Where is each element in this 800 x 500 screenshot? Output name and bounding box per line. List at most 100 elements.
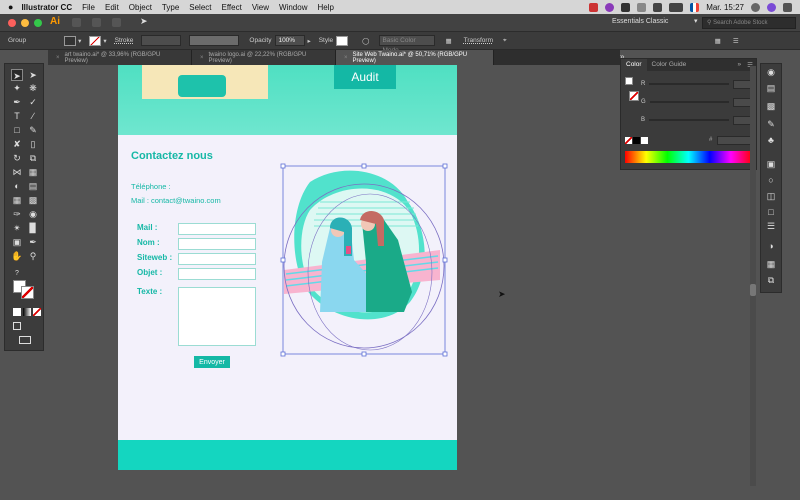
notification-icon[interactable] bbox=[783, 2, 792, 12]
libraries-icon[interactable]: ◉ bbox=[765, 66, 777, 78]
pathfinder-icon[interactable]: ⧉ bbox=[765, 274, 777, 286]
mail-input[interactable] bbox=[178, 223, 256, 235]
recolor-icon[interactable]: ◯ bbox=[362, 37, 369, 45]
workspace-switcher[interactable]: Essentials Classic bbox=[612, 18, 668, 25]
slice-tool-icon[interactable]: ✒ bbox=[27, 236, 39, 248]
hand-tool-icon[interactable]: ✋ bbox=[11, 250, 23, 262]
status-app-icon[interactable] bbox=[589, 2, 599, 12]
artboards-icon[interactable]: □ bbox=[765, 206, 777, 218]
eyedropper-tool-icon[interactable]: ✑ bbox=[11, 208, 23, 220]
stroke-swatch[interactable] bbox=[629, 91, 639, 101]
color-spectrum[interactable] bbox=[625, 151, 752, 163]
paintbrush-tool-icon[interactable]: ✎ bbox=[27, 124, 39, 136]
tab-art-twaino[interactable]: × art twaino.ai* @ 33,96% (RGB/GPU Previe… bbox=[48, 50, 192, 65]
rectangle-tool-icon[interactable]: □ bbox=[11, 124, 23, 136]
lasso-tool-icon[interactable]: ❋ bbox=[27, 82, 39, 94]
rotate-tool-icon[interactable]: ↻ bbox=[11, 152, 23, 164]
clock[interactable]: Mar. 15:27 bbox=[706, 3, 744, 12]
opacity-label[interactable]: Opacity bbox=[249, 37, 271, 44]
menu-effect[interactable]: Effect bbox=[222, 3, 242, 12]
app-name[interactable]: Illustrator CC bbox=[21, 3, 72, 12]
stroke-label[interactable]: Stroke bbox=[115, 37, 134, 44]
close-icon[interactable]: × bbox=[56, 55, 60, 61]
free-transform-tool-icon[interactable]: ▦ bbox=[27, 166, 39, 178]
contact-illustration[interactable] bbox=[280, 162, 448, 358]
stroke-panel-icon[interactable]: ☰ bbox=[765, 220, 777, 232]
workspace-chevron-icon[interactable]: ▾ bbox=[694, 17, 698, 25]
direct-selection-tool-icon[interactable]: ➤ bbox=[27, 69, 39, 81]
g-channel-slider[interactable]: G bbox=[641, 97, 753, 107]
wifi-icon[interactable] bbox=[653, 2, 663, 12]
chevron-right-icon[interactable]: ▸ bbox=[307, 37, 310, 45]
screen-mode-icon[interactable] bbox=[19, 336, 31, 344]
status-app-icon[interactable] bbox=[637, 2, 647, 12]
none-mode-icon[interactable] bbox=[33, 308, 41, 316]
nom-input[interactable] bbox=[178, 238, 256, 250]
appearance-icon[interactable]: ○ bbox=[765, 174, 777, 186]
tab-twaino-logo[interactable]: × twaino logo.ai @ 22,22% (RGB/GPU Previe… bbox=[192, 50, 336, 65]
r-slider-track[interactable] bbox=[649, 83, 729, 85]
siri-icon[interactable] bbox=[767, 2, 776, 12]
mesh-tool-icon[interactable]: ▦ bbox=[11, 194, 23, 206]
black-swatch[interactable] bbox=[633, 137, 640, 144]
style-swatch[interactable] bbox=[336, 35, 349, 46]
curvature-tool-icon[interactable]: ✓ bbox=[27, 96, 39, 108]
close-icon[interactable]: × bbox=[344, 55, 348, 61]
none-swatch[interactable] bbox=[625, 137, 632, 144]
siteweb-input[interactable] bbox=[178, 253, 256, 265]
swatches-icon[interactable]: ▩ bbox=[765, 100, 777, 112]
objet-input[interactable] bbox=[178, 268, 256, 280]
menu-select[interactable]: Select bbox=[189, 3, 211, 12]
perspective-grid-tool-icon[interactable]: ▤ bbox=[27, 180, 39, 192]
align-panel-icon[interactable]: ▦ bbox=[765, 258, 777, 270]
zoom-tool-icon[interactable]: ⚲ bbox=[27, 250, 39, 262]
zoom-window-button[interactable] bbox=[34, 19, 42, 27]
tab-site-web-twaino[interactable]: × Site Web Twaino.ai* @ 50,71% (RGB/GPU P… bbox=[336, 50, 494, 65]
tab-color-guide[interactable]: Color Guide bbox=[647, 59, 692, 71]
draw-mode-icon[interactable] bbox=[13, 322, 21, 330]
stock-icon[interactable] bbox=[92, 18, 101, 27]
bridge-icon[interactable] bbox=[72, 18, 81, 27]
arrange-documents-icon[interactable] bbox=[112, 18, 121, 27]
apple-icon[interactable]: ● bbox=[8, 2, 13, 12]
status-app-icon[interactable] bbox=[605, 2, 615, 12]
fill-swatch[interactable] bbox=[625, 77, 633, 85]
menu-view[interactable]: View bbox=[252, 3, 269, 12]
pen-tool-icon[interactable]: ✒ bbox=[11, 96, 23, 108]
fill-swatch[interactable] bbox=[64, 35, 77, 46]
opacity-field[interactable]: 100% bbox=[275, 35, 306, 46]
chevron-down-icon[interactable]: ▾ bbox=[78, 37, 81, 45]
vertical-scrollbar[interactable] bbox=[750, 66, 756, 486]
b-channel-slider[interactable]: B bbox=[641, 115, 753, 125]
properties-icon[interactable]: ▤ bbox=[765, 82, 777, 94]
artboard-tool-icon[interactable]: ▣ bbox=[11, 236, 23, 248]
shaper-tool-icon[interactable]: ✘ bbox=[11, 138, 23, 150]
magic-wand-tool-icon[interactable]: ✦ bbox=[11, 82, 23, 94]
gradient-tool-icon[interactable]: ▩ bbox=[27, 194, 39, 206]
gpu-rocket-icon[interactable]: ➤ bbox=[140, 16, 148, 27]
scale-tool-icon[interactable]: ⧉ bbox=[27, 152, 39, 164]
stroke-weight-field[interactable] bbox=[141, 35, 182, 46]
envoyer-button[interactable]: Envoyer bbox=[194, 356, 230, 368]
variable-width-field[interactable] bbox=[189, 35, 240, 46]
menu-help[interactable]: Help bbox=[317, 3, 333, 12]
transparency-icon[interactable]: ◑ bbox=[765, 240, 777, 252]
graphic-styles-icon[interactable]: ▣ bbox=[765, 158, 777, 170]
edit-toolbar-icon[interactable]: ? bbox=[11, 268, 23, 280]
stock-search-input[interactable]: ⚲ Search Adobe Stock bbox=[702, 17, 796, 29]
align-icon[interactable]: ▦ bbox=[445, 37, 451, 45]
battery-icon[interactable] bbox=[669, 2, 684, 12]
eraser-tool-icon[interactable]: ▯ bbox=[27, 138, 39, 150]
menu-window[interactable]: Window bbox=[279, 3, 307, 12]
gradient-mode-icon[interactable] bbox=[23, 308, 31, 316]
line-tool-icon[interactable]: ∕ bbox=[27, 110, 39, 122]
column-graph-tool-icon[interactable]: ▉ bbox=[27, 222, 39, 234]
menu-object[interactable]: Object bbox=[129, 3, 152, 12]
blend-tool-icon[interactable]: ◉ bbox=[27, 208, 39, 220]
g-slider-track[interactable] bbox=[649, 101, 729, 103]
selection-tool-icon[interactable]: ➤ bbox=[11, 69, 23, 81]
white-swatch[interactable] bbox=[641, 137, 648, 144]
menu-edit[interactable]: Edit bbox=[105, 3, 119, 12]
symbols-icon[interactable]: ♣ bbox=[765, 134, 777, 146]
type-tool-icon[interactable]: T bbox=[11, 110, 23, 122]
